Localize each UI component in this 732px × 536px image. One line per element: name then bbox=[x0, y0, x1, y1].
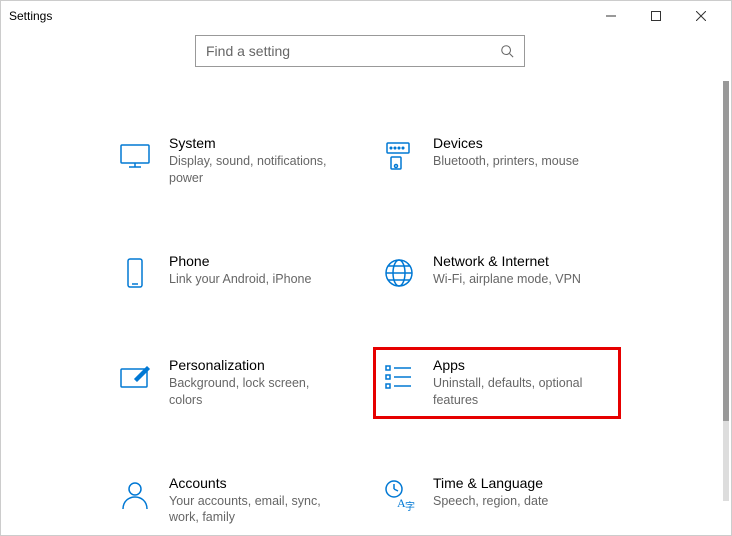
tile-desc: Wi-Fi, airplane mode, VPN bbox=[433, 271, 581, 288]
minimize-button[interactable] bbox=[588, 1, 633, 31]
network-icon bbox=[381, 255, 417, 291]
personalization-icon bbox=[117, 359, 153, 395]
tile-apps[interactable]: Apps Uninstall, defaults, optional featu… bbox=[375, 349, 619, 417]
tile-title: Devices bbox=[433, 135, 579, 151]
tile-desc: Uninstall, defaults, optional features bbox=[433, 375, 603, 409]
search-input[interactable]: Find a setting bbox=[195, 35, 525, 67]
system-icon bbox=[117, 137, 153, 173]
titlebar: Settings bbox=[1, 1, 731, 31]
accounts-icon bbox=[117, 477, 153, 513]
content-area: Find a setting System Display, sound, no… bbox=[1, 31, 719, 535]
tile-phone[interactable]: Phone Link your Android, iPhone bbox=[111, 245, 355, 299]
tile-title: Phone bbox=[169, 253, 311, 269]
window-title: Settings bbox=[9, 9, 588, 23]
window-controls bbox=[588, 1, 723, 31]
phone-icon bbox=[117, 255, 153, 291]
search-placeholder: Find a setting bbox=[206, 43, 500, 59]
tile-title: Network & Internet bbox=[433, 253, 581, 269]
tile-accounts[interactable]: Accounts Your accounts, email, sync, wor… bbox=[111, 467, 355, 535]
tile-devices[interactable]: Devices Bluetooth, printers, mouse bbox=[375, 127, 619, 195]
tile-system[interactable]: System Display, sound, notifications, po… bbox=[111, 127, 355, 195]
tile-desc: Speech, region, date bbox=[433, 493, 548, 510]
devices-icon bbox=[381, 137, 417, 173]
tile-title: Apps bbox=[433, 357, 603, 373]
time-language-icon: A 字 bbox=[381, 477, 417, 513]
tile-network[interactable]: Network & Internet Wi-Fi, airplane mode,… bbox=[375, 245, 619, 299]
tile-title: Time & Language bbox=[433, 475, 548, 491]
tile-title: Accounts bbox=[169, 475, 339, 491]
tile-desc: Bluetooth, printers, mouse bbox=[433, 153, 579, 170]
tile-desc: Your accounts, email, sync, work, family bbox=[169, 493, 339, 527]
svg-text:字: 字 bbox=[405, 500, 415, 513]
maximize-button[interactable] bbox=[633, 1, 678, 31]
tile-desc: Background, lock screen, colors bbox=[169, 375, 339, 409]
tile-time-language[interactable]: A 字 Time & Language Speech, region, date bbox=[375, 467, 619, 535]
settings-grid: System Display, sound, notifications, po… bbox=[1, 127, 719, 534]
close-button[interactable] bbox=[678, 1, 723, 31]
search-icon bbox=[500, 44, 514, 58]
tile-personalization[interactable]: Personalization Background, lock screen,… bbox=[111, 349, 355, 417]
tile-title: System bbox=[169, 135, 339, 151]
tile-title: Personalization bbox=[169, 357, 339, 373]
apps-icon bbox=[381, 359, 417, 395]
tile-desc: Display, sound, notifications, power bbox=[169, 153, 339, 187]
scrollbar-thumb[interactable] bbox=[723, 81, 729, 421]
tile-desc: Link your Android, iPhone bbox=[169, 271, 311, 288]
